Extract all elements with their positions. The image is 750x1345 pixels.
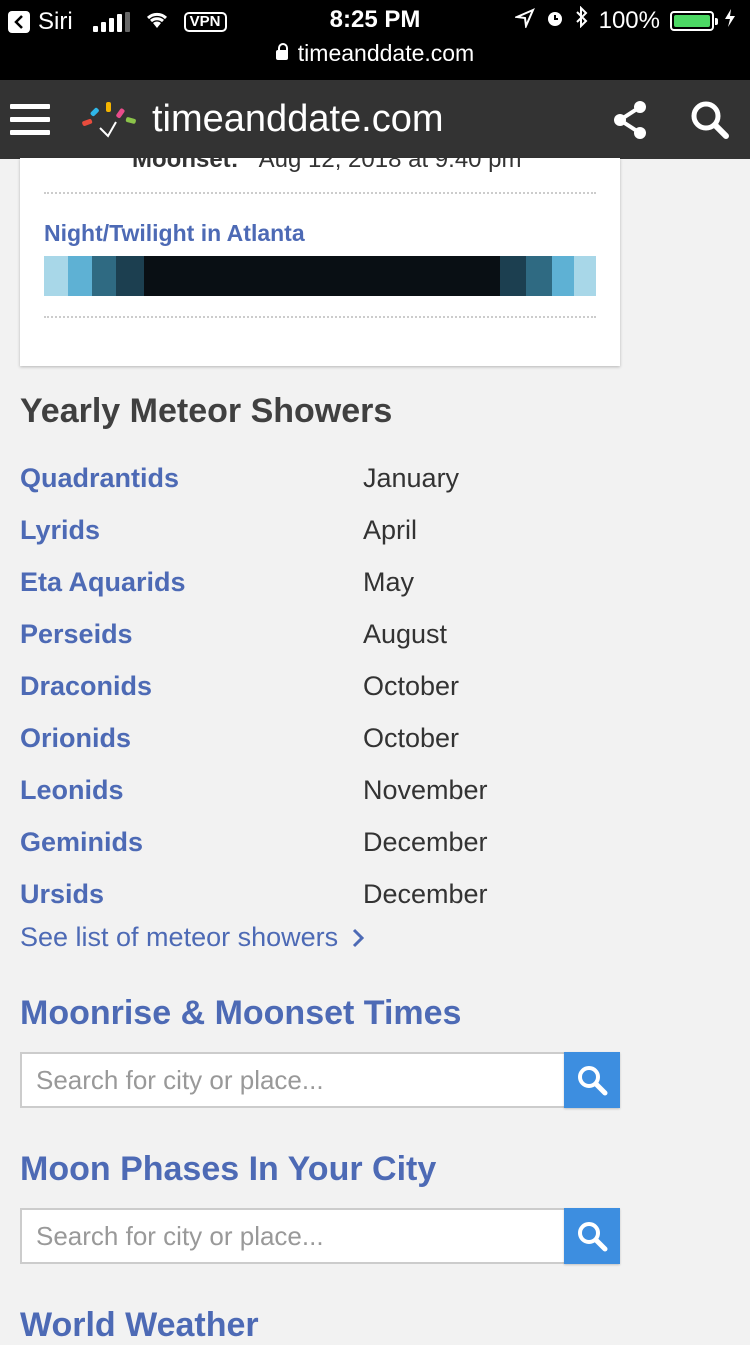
url-bar[interactable]: timeanddate.com	[0, 40, 750, 67]
table-row: Ursids December	[20, 868, 620, 920]
moonrise-search	[20, 1052, 620, 1108]
meteor-month: October	[363, 722, 460, 753]
status-bar: Siri VPN 8:25 PM 100% timeanddate.com	[0, 0, 750, 80]
twilight-title[interactable]: Night/Twilight in Atlanta	[44, 220, 305, 247]
chevron-right-icon	[353, 928, 365, 947]
moon-info-card: Moonset: Aug 12, 2018 at 9:40 pm Night/Tw…	[20, 158, 620, 366]
see-list-label: See list of meteor showers	[20, 922, 339, 952]
meteor-month: December	[363, 878, 488, 909]
menu-icon[interactable]	[10, 104, 50, 136]
table-row: Perseids August	[20, 608, 620, 660]
world-weather-heading[interactable]: World Weather	[20, 1306, 259, 1345]
moonset-value: Aug 12, 2018 at 9:40 pm	[258, 158, 522, 173]
twilight-segment	[92, 256, 116, 296]
table-row: Orionids October	[20, 712, 620, 764]
meteor-name-link[interactable]: Ursids	[20, 879, 363, 910]
table-row: Lyrids April	[20, 504, 620, 556]
search-icon	[578, 1066, 608, 1096]
moon-phases-heading[interactable]: Moon Phases In Your City	[20, 1150, 436, 1189]
twilight-segment	[68, 256, 92, 296]
meteor-name-link[interactable]: Eta Aquarids	[20, 567, 363, 598]
location-arrow-icon	[512, 7, 535, 35]
meteor-name-link[interactable]: Leonids	[20, 775, 363, 806]
moonrise-heading[interactable]: Moonrise & Moonset Times	[20, 994, 461, 1033]
share-icon[interactable]	[612, 100, 648, 145]
battery-percent: 100%	[598, 6, 660, 34]
meteor-month: April	[363, 514, 418, 545]
twilight-segment	[526, 256, 552, 296]
table-row: Draconids October	[20, 660, 620, 712]
twilight-segment	[44, 256, 68, 296]
logo-burst-icon	[82, 101, 136, 138]
see-meteor-list-link[interactable]: See list of meteor showers	[20, 922, 365, 953]
divider	[44, 316, 596, 318]
moonrise-search-input[interactable]	[20, 1052, 564, 1108]
meteor-month: August	[363, 618, 448, 649]
search-icon	[578, 1222, 608, 1252]
moon-phases-search-button[interactable]	[564, 1208, 620, 1264]
search-icon[interactable]	[690, 100, 730, 145]
charging-icon	[724, 7, 736, 35]
twilight-segment	[116, 256, 144, 296]
lock-icon	[275, 43, 288, 60]
twilight-segment	[574, 256, 596, 296]
url-text: timeanddate.com	[297, 40, 475, 66]
meteor-name-link[interactable]: Perseids	[20, 619, 363, 650]
twilight-segment	[144, 256, 500, 296]
table-row: Quadrantids January	[20, 452, 620, 504]
site-logo[interactable]: timeanddate.com	[80, 98, 444, 141]
moonset-label: Moonset:	[132, 158, 239, 173]
meteor-month: November	[363, 774, 488, 805]
meteor-name-link[interactable]: Quadrantids	[20, 463, 363, 494]
bluetooth-icon	[575, 5, 589, 35]
battery-icon	[670, 10, 718, 31]
site-name: timeanddate.com	[152, 98, 444, 140]
twilight-segment	[500, 256, 526, 296]
twilight-bar	[44, 256, 596, 296]
table-row: Geminids December	[20, 816, 620, 868]
meteor-name-link[interactable]: Lyrids	[20, 515, 363, 546]
meteor-month: December	[363, 826, 488, 857]
divider	[44, 192, 596, 194]
twilight-segment	[552, 256, 574, 296]
meteor-name-link[interactable]: Draconids	[20, 671, 363, 702]
meteor-name-link[interactable]: Geminids	[20, 827, 363, 858]
meteor-showers-table: Quadrantids January Lyrids April Eta Aquarid…	[20, 452, 620, 920]
alarm-icon	[545, 7, 565, 35]
moon-phases-search	[20, 1208, 620, 1264]
meteor-month: January	[363, 462, 460, 493]
meteor-name-link[interactable]: Orionids	[20, 723, 363, 754]
meteor-month: May	[363, 566, 415, 597]
moon-phases-search-input[interactable]	[20, 1208, 564, 1264]
table-row: Leonids November	[20, 764, 620, 816]
moonset-row: Moonset: Aug 12, 2018 at 9:40 pm	[132, 158, 522, 174]
moonrise-search-button[interactable]	[564, 1052, 620, 1108]
meteor-month: October	[363, 670, 460, 701]
meteor-showers-heading: Yearly Meteor Showers	[20, 392, 393, 430]
table-row: Eta Aquarids May	[20, 556, 620, 608]
